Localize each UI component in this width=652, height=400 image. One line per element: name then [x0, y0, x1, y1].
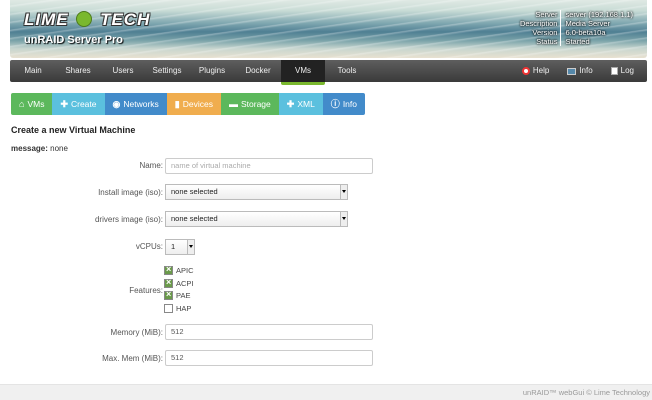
nav-item-settings[interactable]: Settings	[148, 60, 186, 82]
log-label: Log	[620, 66, 634, 75]
drivers-image-value: none selected	[171, 214, 218, 223]
info-icon: ⓘ	[330, 99, 340, 109]
tab-label: Networks	[123, 99, 159, 109]
header-banner: LIME TECH unRAID Server Pro Server server…	[10, 0, 647, 58]
vcpus-label: vCPUs:	[135, 242, 163, 251]
checkbox-apic[interactable]	[164, 264, 173, 275]
nav-item-shares[interactable]: Shares	[60, 60, 96, 82]
chevron-down-icon	[340, 212, 347, 226]
main-nav: Main Shares Users Settings Plugins Docke…	[10, 60, 647, 85]
feature-hap[interactable]: HAP	[164, 304, 191, 313]
server-info-key: Status	[519, 37, 562, 46]
tab-create[interactable]: ✚ Create	[52, 93, 105, 115]
nav-item-users[interactable]: Users	[106, 60, 140, 82]
lime-logo-icon	[76, 11, 93, 27]
install-image-label: Install image (iso):	[98, 188, 163, 197]
features-label: Features:	[129, 286, 163, 295]
bar-chart-icon: ▮	[174, 99, 180, 109]
tab-storage[interactable]: ▬ Storage	[220, 93, 279, 115]
help-button[interactable]: Help	[513, 60, 558, 82]
help-label: Help	[532, 66, 550, 75]
vm-tabs: ⌂ VMs ✚ Create ◉ Networks ▮ Devices ▬ Storage…	[11, 93, 365, 115]
tab-label: Info	[342, 99, 357, 109]
tab-label: Create	[70, 99, 97, 109]
info-button[interactable]: Info	[558, 60, 601, 82]
info-label: Info	[579, 66, 593, 75]
home-icon: ⌂	[19, 99, 25, 109]
checkbox-acpi[interactable]	[164, 277, 173, 288]
tab-label: Devices	[182, 99, 213, 109]
tab-label: VMs	[27, 99, 45, 109]
nav-item-plugins[interactable]: Plugins	[194, 60, 230, 82]
checkbox-hap[interactable]	[164, 304, 173, 313]
feature-apic[interactable]: APIC	[164, 264, 194, 275]
hdd-icon: ▬	[228, 99, 238, 109]
footer-copyright: unRAID™ webGui © Lime Technology	[522, 388, 650, 397]
log-button[interactable]: Log	[602, 60, 643, 82]
feature-label: APIC	[176, 266, 194, 275]
feature-label: PAE	[176, 291, 191, 300]
drivers-image-select[interactable]: none selected	[165, 211, 348, 227]
name-label: Name:	[139, 161, 163, 170]
lifebuoy-icon	[521, 67, 530, 75]
tab-info[interactable]: ⓘ Info	[322, 93, 365, 115]
message-label: message:	[11, 144, 48, 153]
message-value: none	[50, 144, 68, 153]
nav-item-vms[interactable]: VMs	[281, 60, 325, 85]
logo[interactable]: LIME TECH	[24, 10, 150, 30]
max-memory-input[interactable]: 512	[165, 350, 373, 366]
chevron-down-icon	[340, 185, 347, 199]
plus-icon: ✚	[60, 99, 68, 109]
tab-networks[interactable]: ◉ Networks	[104, 93, 167, 115]
feature-label: HAP	[176, 304, 192, 313]
server-info-key: Server	[519, 10, 562, 19]
tab-devices[interactable]: ▮ Devices	[166, 93, 221, 115]
logo-text-left: LIME	[24, 10, 69, 29]
install-image-select[interactable]: none selected	[165, 184, 348, 200]
vm-name-input[interactable]: name of virtual machine	[165, 158, 373, 174]
memory-input[interactable]: 512	[165, 324, 373, 340]
max-memory-label: Max. Mem (MiB):	[102, 354, 163, 363]
tab-xml[interactable]: ✚ XML	[278, 93, 323, 115]
feature-acpi[interactable]: ACPI	[164, 277, 194, 288]
tab-label: Storage	[240, 99, 271, 109]
globe-icon: ◉	[112, 99, 121, 109]
server-info-value: server (192.168.1.1)	[565, 10, 633, 19]
plus-icon: ✚	[286, 99, 295, 109]
document-icon	[610, 67, 618, 75]
install-image-value: none selected	[171, 187, 218, 196]
nav-right-group: Help Info Log	[513, 60, 643, 82]
nav-item-tools[interactable]: Tools	[330, 60, 364, 82]
server-info-value: Media Server	[565, 19, 611, 28]
tab-vms[interactable]: ⌂ VMs	[11, 93, 53, 115]
server-product-name: unRAID Server Pro	[24, 34, 124, 46]
chevron-down-icon	[187, 240, 194, 254]
server-info-key: Version	[519, 28, 562, 37]
logo-text-right: TECH	[100, 10, 151, 29]
vcpus-value: 1	[171, 242, 176, 251]
nav-item-docker[interactable]: Docker	[239, 60, 277, 82]
vcpus-select[interactable]: 1	[165, 239, 195, 255]
server-info-key: Description	[519, 19, 562, 28]
checkbox-pae[interactable]	[164, 289, 173, 300]
page-title: Create a new Virtual Machine	[11, 125, 136, 135]
server-info-value: Started	[565, 37, 590, 46]
monitor-icon	[567, 67, 577, 75]
nav-item-main[interactable]: Main	[16, 60, 50, 82]
memory-label: Memory (MiB):	[110, 328, 163, 337]
tab-label: XML	[297, 99, 315, 109]
status-message: message: none	[11, 144, 68, 153]
feature-label: ACPI	[176, 279, 194, 288]
drivers-image-label: drivers image (iso):	[94, 215, 163, 224]
page: LIME TECH unRAID Server Pro Server server…	[0, 0, 652, 400]
server-info: Server server (192.168.1.1) Description Me…	[519, 10, 633, 46]
footer: unRAID™ webGui © Lime Technology	[0, 384, 652, 400]
feature-pae[interactable]: PAE	[164, 289, 191, 300]
server-info-value: 6.0-beta10a	[565, 28, 606, 37]
